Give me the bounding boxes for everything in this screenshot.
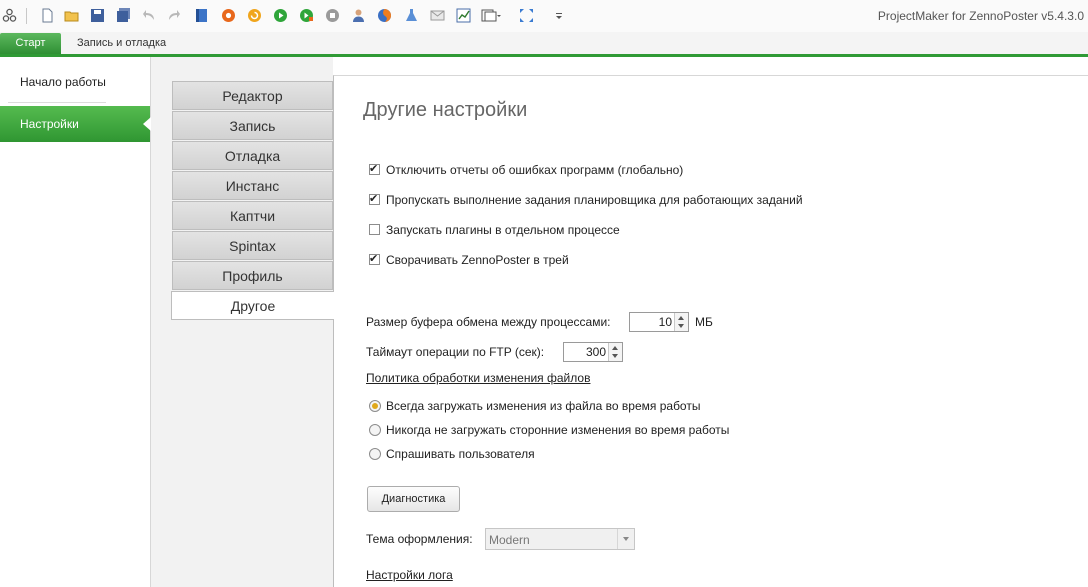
- radio-label: Никогда не загружать сторонние изменения…: [386, 423, 730, 437]
- overflow-icon[interactable]: [554, 8, 564, 23]
- windows-icon[interactable]: [481, 8, 501, 23]
- stepper-down-icon[interactable]: [612, 354, 618, 358]
- checkbox-label: Пропускать выполнение задания планировщи…: [386, 193, 803, 207]
- sidebar-divider: [8, 102, 106, 103]
- buffer-size-value: 10: [658, 315, 672, 329]
- checkbox-label: Запускать плагины в отдельном процессе: [386, 223, 620, 237]
- chart-icon[interactable]: [456, 8, 471, 23]
- book-icon[interactable]: [194, 8, 209, 23]
- sidebar: Начало работы Настройки: [0, 57, 151, 587]
- checkbox-box[interactable]: [369, 224, 380, 235]
- save-all-icon[interactable]: [116, 8, 131, 23]
- play-step-icon[interactable]: [299, 8, 314, 23]
- tab-record-debug[interactable]: Запись и отладка: [63, 33, 180, 54]
- stepper-down-icon[interactable]: [678, 324, 684, 328]
- app-title: ProjectMaker for ZennoPoster v5.4.3.0: [877, 9, 1084, 23]
- stepper-up-icon[interactable]: [612, 346, 618, 350]
- buffer-size-label: Размер буфера обмена между процессами:: [366, 315, 611, 329]
- radio-button[interactable]: [369, 424, 381, 436]
- theme-select[interactable]: Modern: [485, 528, 635, 550]
- tab-record[interactable]: Запись: [172, 111, 333, 140]
- expand-icon[interactable]: [519, 8, 534, 23]
- radio-label: Спрашивать пользователя: [386, 447, 535, 461]
- sidebar-item-label: Настройки: [20, 117, 79, 131]
- ftp-timeout-value: 300: [585, 345, 606, 359]
- buffer-unit-label: МБ: [695, 315, 713, 329]
- ribbon-tabs: Старт Запись и отладка: [0, 32, 1088, 57]
- tab-captcha[interactable]: Каптчи: [172, 201, 333, 230]
- sidebar-item-getting-started[interactable]: Начало работы: [0, 64, 150, 100]
- checkmark-icon: ✔: [369, 253, 379, 265]
- stepper-buttons[interactable]: [608, 343, 622, 361]
- page-title: Другие настройки: [363, 99, 528, 121]
- toolbar-separator: [26, 8, 27, 24]
- user-icon[interactable]: [351, 8, 366, 23]
- save-icon[interactable]: [90, 8, 105, 23]
- tab-debug[interactable]: Отладка: [172, 141, 333, 170]
- file-change-policy-link[interactable]: Политика обработки изменения файлов: [366, 371, 590, 385]
- stop-icon[interactable]: [325, 8, 340, 23]
- radio-label: Всегда загружать изменения из файла во в…: [386, 399, 701, 413]
- sidebar-item-settings[interactable]: Настройки: [0, 106, 151, 142]
- checkbox-box[interactable]: ✔: [369, 253, 380, 265]
- diagnostics-button[interactable]: Диагностика: [367, 486, 460, 512]
- tab-other[interactable]: Другое: [171, 291, 334, 320]
- firefox-icon[interactable]: [377, 8, 392, 23]
- active-indicator-arrow: [143, 117, 151, 131]
- stepper-up-icon[interactable]: [678, 316, 684, 320]
- radio-button[interactable]: [369, 400, 381, 412]
- log-settings-link[interactable]: Настройки лога: [366, 568, 453, 582]
- checkbox-box[interactable]: ✔: [369, 163, 380, 175]
- ftp-timeout-stepper[interactable]: 300: [563, 342, 623, 362]
- checkbox-box[interactable]: ✔: [369, 193, 380, 205]
- cluster-icon[interactable]: [2, 8, 17, 23]
- stepper-buttons[interactable]: [674, 313, 688, 331]
- tab-spintax[interactable]: Spintax: [172, 231, 333, 260]
- checkbox-label: Отключить отчеты об ошибках программ (гл…: [386, 163, 684, 177]
- record-icon[interactable]: [221, 8, 236, 23]
- theme-label: Тема оформления:: [366, 532, 473, 546]
- tab-start[interactable]: Старт: [0, 33, 61, 54]
- quick-access-toolbar: ProjectMaker for ZennoPoster v5.4.3.0: [0, 0, 1088, 32]
- tab-profile[interactable]: Профиль: [172, 261, 333, 290]
- redo-icon[interactable]: [166, 8, 181, 23]
- checkmark-icon: ✔: [369, 193, 379, 205]
- ftp-timeout-label: Таймаут операции по FTP (сек):: [366, 345, 545, 359]
- flask-icon[interactable]: [404, 8, 419, 23]
- undo-icon[interactable]: [142, 8, 157, 23]
- envelope-icon[interactable]: [430, 8, 445, 23]
- theme-value: Modern: [489, 533, 530, 547]
- chevron-down-icon[interactable]: [617, 529, 634, 549]
- play-icon[interactable]: [273, 8, 288, 23]
- radio-button[interactable]: [369, 448, 381, 460]
- checkmark-icon: ✔: [369, 163, 379, 175]
- refresh-icon[interactable]: [247, 8, 262, 23]
- tab-instance[interactable]: Инстанс: [172, 171, 333, 200]
- buffer-size-stepper[interactable]: 10: [629, 312, 689, 332]
- new-file-icon[interactable]: [40, 8, 55, 23]
- tab-editor[interactable]: Редактор: [172, 81, 333, 110]
- checkbox-label: Сворачивать ZennoPoster в трей: [386, 253, 569, 267]
- open-folder-icon[interactable]: [64, 8, 79, 23]
